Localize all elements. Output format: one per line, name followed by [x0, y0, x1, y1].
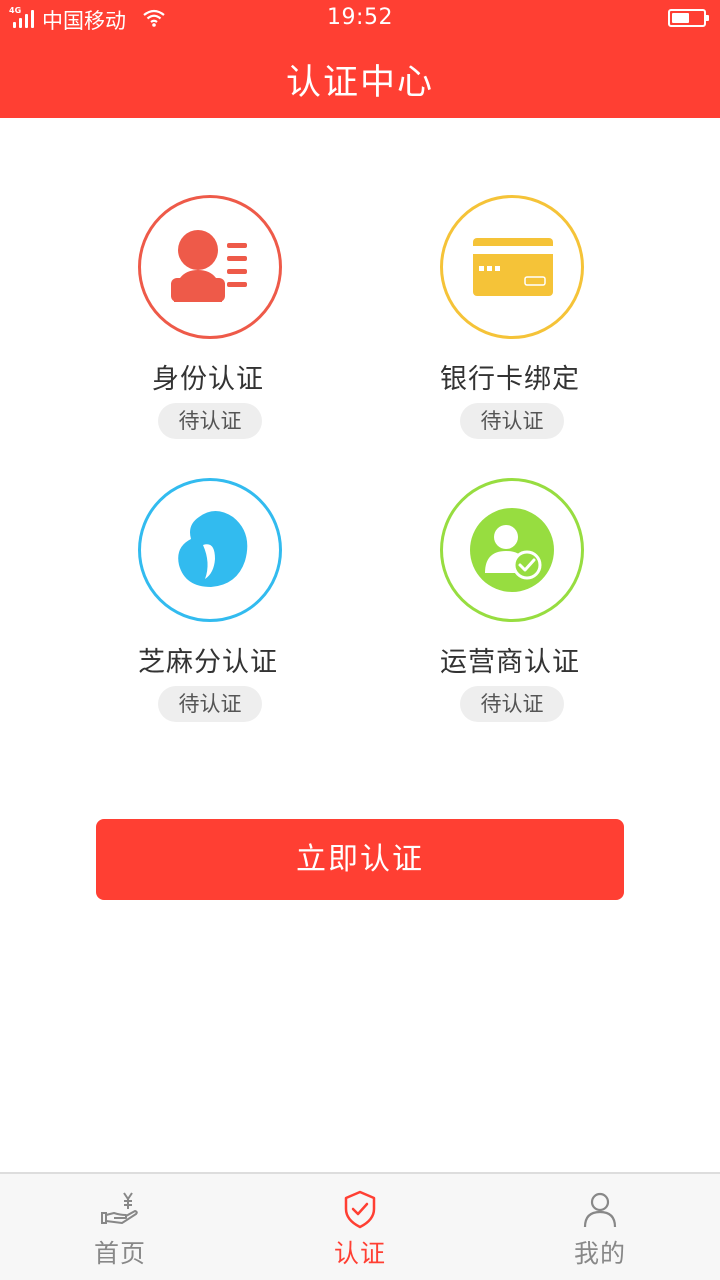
tab-profile[interactable]: 我的: [480, 1174, 720, 1280]
sesame-drop-icon: [178, 511, 248, 587]
status-bar: 4G 中国移动 19:52: [0, 0, 720, 38]
id-card-person-icon: [171, 230, 247, 302]
battery-icon: [668, 9, 709, 27]
status-badge: 待认证: [158, 686, 262, 722]
page-title: 认证中心: [285, 63, 434, 103]
verify-now-button[interactable]: 立即认证: [96, 819, 624, 900]
hand-yen-icon: [101, 1192, 138, 1224]
user-verified-icon: [470, 508, 554, 592]
item-label: 身份认证: [152, 364, 264, 395]
item-label: 芝麻分认证: [138, 647, 278, 678]
item-label: 运营商认证: [440, 647, 580, 678]
tab-label: 认证: [333, 1239, 386, 1268]
status-badge: 待认证: [460, 686, 564, 722]
bottom-tab-bar: 首页 认证 我的: [0, 1172, 720, 1280]
tab-home[interactable]: 首页: [0, 1174, 240, 1280]
bank-card-icon-ring: [440, 195, 584, 339]
status-badge: 待认证: [460, 403, 564, 439]
status-badge: 待认证: [158, 403, 262, 439]
sesame-icon-ring: [138, 478, 282, 622]
battery-level: [672, 13, 689, 23]
item-label: 银行卡绑定: [440, 364, 580, 395]
user-icon: [583, 1192, 617, 1228]
tab-label: 我的: [573, 1239, 626, 1268]
identity-icon-ring: [138, 195, 282, 339]
clock: 19:52: [327, 5, 393, 30]
carrier-icon-ring: [440, 478, 584, 622]
header-bar: 4G 中国移动 19:52 认证中心: [0, 0, 720, 118]
bank-card-icon: [473, 238, 553, 296]
tab-label: 首页: [93, 1239, 146, 1268]
tab-verification[interactable]: 认证: [240, 1174, 480, 1280]
shield-check-icon: [344, 1190, 376, 1229]
